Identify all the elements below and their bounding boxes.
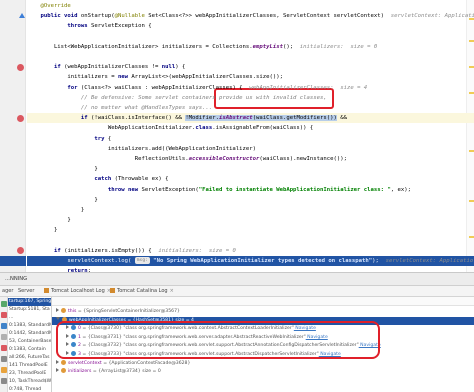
stack-frame[interactable]: tartup:167, Spring [8, 298, 51, 306]
code-line[interactable]: WebApplicationInitializer.class.isAssign… [27, 123, 474, 133]
variable-value: = {ApplicationContextFacade@3628} [103, 360, 191, 366]
stack-frame[interactable]: Startup:5181, Sta [8, 306, 51, 314]
close-icon[interactable]: × [170, 288, 174, 294]
code-line[interactable] [27, 32, 474, 42]
variable-name: this [68, 309, 78, 314]
variable-value: = {ArrayList@3734} size = 0 [92, 369, 161, 375]
stack-frame[interactable]: 141 ThreadPoolE [8, 362, 51, 370]
code-line[interactable]: } [27, 215, 474, 225]
variable-type-icon [61, 368, 66, 374]
variable-name: servletContext [68, 360, 104, 366]
variable-row[interactable]: this = {SpringServletContainerInitialize… [56, 308, 180, 316]
breakpoint-icon[interactable] [17, 63, 24, 71]
stack-frame[interactable]: 10, TaskThread$W [8, 378, 51, 386]
code-line[interactable]: if (initializers.isEmpty()) { initialize… [27, 246, 474, 256]
tab-label: Tomcat Catalina Log [117, 288, 168, 294]
code-line[interactable]: initializers.add((WebApplicationInitiali… [27, 144, 474, 154]
expand-arrow-icon[interactable] [56, 359, 59, 364]
tab-label: Server [18, 288, 35, 294]
code-line[interactable]: throw new ServletException("Failed to in… [27, 185, 474, 195]
code-line[interactable]: try { [27, 134, 474, 144]
variable-row[interactable]: initializers = {ArrayList@3734} size = 0 [56, 368, 161, 376]
code-line[interactable]: } [27, 225, 474, 235]
tab-label: Tomcat Localhost Log [51, 288, 105, 294]
stack-frame[interactable]: 23, ThreadPoolE [8, 370, 51, 378]
run-config-tab[interactable]: ...NNING [2, 273, 30, 286]
expanded-arrow-icon[interactable] [56, 316, 60, 320]
code-line[interactable]: List<WebApplicationInitializer> initiali… [27, 42, 474, 52]
code-line[interactable] [27, 236, 474, 246]
debug-toolstrip [0, 297, 8, 392]
code-line[interactable]: @Override [27, 1, 474, 11]
variables-panel: this = {SpringServletContainerInitialize… [52, 297, 474, 392]
code-line[interactable]: // Be defensive: Some servlet containers… [27, 93, 474, 103]
variable-row[interactable]: servletContext = {ApplicationContextFaca… [56, 359, 191, 368]
override-icon[interactable] [19, 13, 25, 19]
code-line[interactable]: public void onStartup(@Nullable Set<Clas… [27, 11, 474, 21]
code-editor[interactable]: @Override public void onStartup(@Nullabl… [0, 0, 474, 272]
debug-tool-icon[interactable] [1, 345, 7, 351]
code-line[interactable]: } [27, 205, 474, 215]
sub-tab-tomcat-catalina-log[interactable]: Tomcat Catalina Log × [110, 286, 174, 297]
expand-arrow-icon[interactable] [56, 368, 59, 373]
variable-type-icon [61, 359, 66, 365]
variable-name: initializers [68, 369, 93, 375]
stack-frame[interactable]: 0:1383, StandardM [8, 322, 51, 330]
debug-tool-icon[interactable] [1, 301, 7, 307]
highlight-box-classes [56, 321, 380, 359]
breakpoint-icon[interactable] [17, 247, 24, 255]
frames-panel: tartup:167, Spring Startup:5181, Sta... 0:… [8, 297, 52, 392]
code-line[interactable]: for (Class<?> waiClass : webAppInitializ… [27, 83, 474, 93]
stack-frame[interactable]: 53, ContainerBase [8, 338, 51, 346]
debug-tool-icon[interactable] [1, 312, 7, 318]
debug-tab-bar: ...NNING [0, 272, 474, 286]
debug-tool-icon[interactable] [1, 334, 7, 340]
expand-arrow-icon[interactable] [56, 308, 59, 312]
code-line[interactable]: initializers = new ArrayList<>(webAppIni… [27, 72, 474, 82]
editor-gutter[interactable] [0, 0, 26, 272]
code-line[interactable]: catch (Throwable ex) { [27, 174, 474, 184]
code-line[interactable]: servletContext.log( msg: "No Spring WebA… [27, 256, 474, 266]
sub-tab-debugger[interactable]: ager [2, 286, 13, 297]
stack-frame[interactable]: all:266, FutureTas [8, 354, 51, 362]
code-line[interactable]: if (webAppInitializerClasses != null) { [27, 62, 474, 72]
debug-subtab-bar: ager Server Tomcat Localhost Log × Tomcat Ca… [0, 286, 474, 297]
debug-tool-icon[interactable] [1, 378, 7, 384]
breakpoint-icon[interactable] [17, 114, 24, 122]
variable-value: = {SpringServletContainerInitializer@356… [77, 309, 180, 314]
sub-tab-server[interactable]: Server [18, 286, 34, 297]
variable-type-icon [61, 308, 66, 313]
code-line[interactable]: } [27, 195, 474, 205]
log-icon [44, 288, 49, 293]
sub-tab-tomcat-localhost-log[interactable]: Tomcat Localhost Log × [44, 286, 111, 297]
stack-frame[interactable]: ... [8, 314, 51, 322]
debug-tool-icon[interactable] [1, 323, 7, 329]
code-line[interactable]: throws ServletException { [27, 21, 474, 31]
debug-tool-icon[interactable] [1, 356, 7, 362]
stack-frame[interactable]: 0:1383, Contain [8, 346, 51, 354]
stack-frame[interactable]: 0:1442, StandardM [8, 330, 51, 338]
evaluate-expression-bar[interactable] [52, 297, 474, 306]
log-icon [110, 288, 115, 293]
code-line[interactable]: // no matter what @HandlesTypes says... [27, 103, 474, 113]
debug-tool-icon[interactable] [1, 367, 7, 373]
code-line[interactable]: } [27, 164, 474, 174]
tab-label: ager [2, 288, 14, 294]
execution-point-gutter [0, 256, 26, 266]
stack-frame[interactable]: 0:748, Thread [8, 386, 51, 392]
code-line[interactable] [27, 52, 474, 62]
code-line[interactable]: ReflectionUtils.accessibleConstructor(wa… [27, 154, 474, 164]
code-line[interactable]: if (!waiClass.isInterface() && !Modifier… [27, 113, 474, 124]
